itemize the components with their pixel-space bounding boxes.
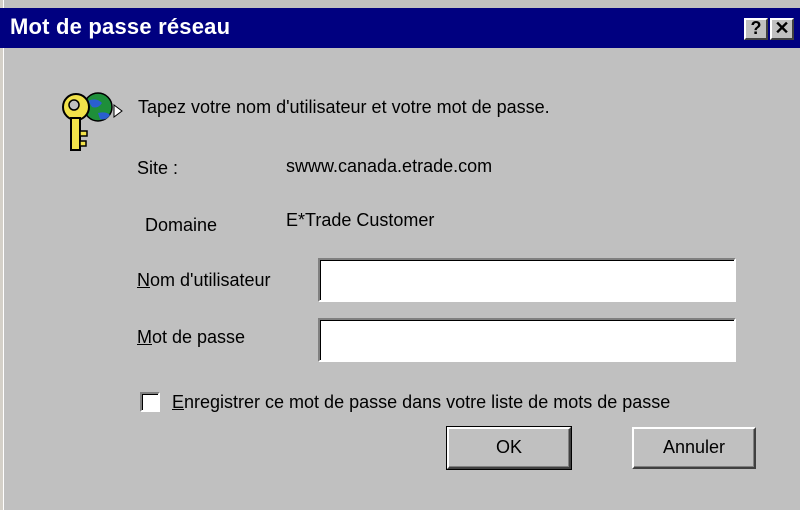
close-button[interactable]: ✕	[770, 18, 794, 40]
save-password-checkbox[interactable]	[140, 392, 160, 412]
save-password-label[interactable]: Enregistrer ce mot de passe dans votre l…	[172, 392, 670, 413]
password-label: Mot de passe	[137, 327, 245, 348]
username-mnemonic: N	[137, 270, 150, 290]
username-input[interactable]	[324, 264, 730, 296]
domain-value: E*Trade Customer	[286, 210, 435, 230]
username-label: Nom d'utilisateur	[137, 270, 271, 291]
ok-button[interactable]: OK	[446, 426, 572, 470]
save-password-label-text: nregistrer ce mot de passe dans votre li…	[184, 392, 671, 412]
username-field[interactable]	[318, 258, 736, 302]
key-globe-icon	[62, 92, 123, 151]
title-bar[interactable]: Mot de passe réseau ? ✕	[0, 8, 800, 48]
password-field[interactable]	[318, 318, 736, 362]
prompt-text: Tapez votre nom d'utilisateur et votre m…	[138, 97, 550, 117]
cancel-button[interactable]: Annuler	[632, 427, 756, 469]
help-button[interactable]: ?	[744, 18, 768, 40]
password-label-text: ot de passe	[152, 327, 246, 347]
close-icon: ✕	[774, 18, 790, 38]
password-mnemonic: M	[137, 327, 152, 347]
window-title: Mot de passe réseau	[10, 14, 231, 39]
site-value: swww.canada.etrade.com	[286, 156, 493, 176]
username-label-text: om d'utilisateur	[150, 270, 271, 290]
network-password-dialog: Mot de passe réseau ? ✕ Tapez votre nom …	[0, 0, 800, 510]
help-icon: ?	[750, 18, 762, 38]
save-password-mnemonic: E	[172, 392, 185, 412]
site-label: Site :	[137, 158, 179, 178]
domain-label: Domaine	[145, 215, 218, 235]
password-input[interactable]	[324, 324, 730, 356]
